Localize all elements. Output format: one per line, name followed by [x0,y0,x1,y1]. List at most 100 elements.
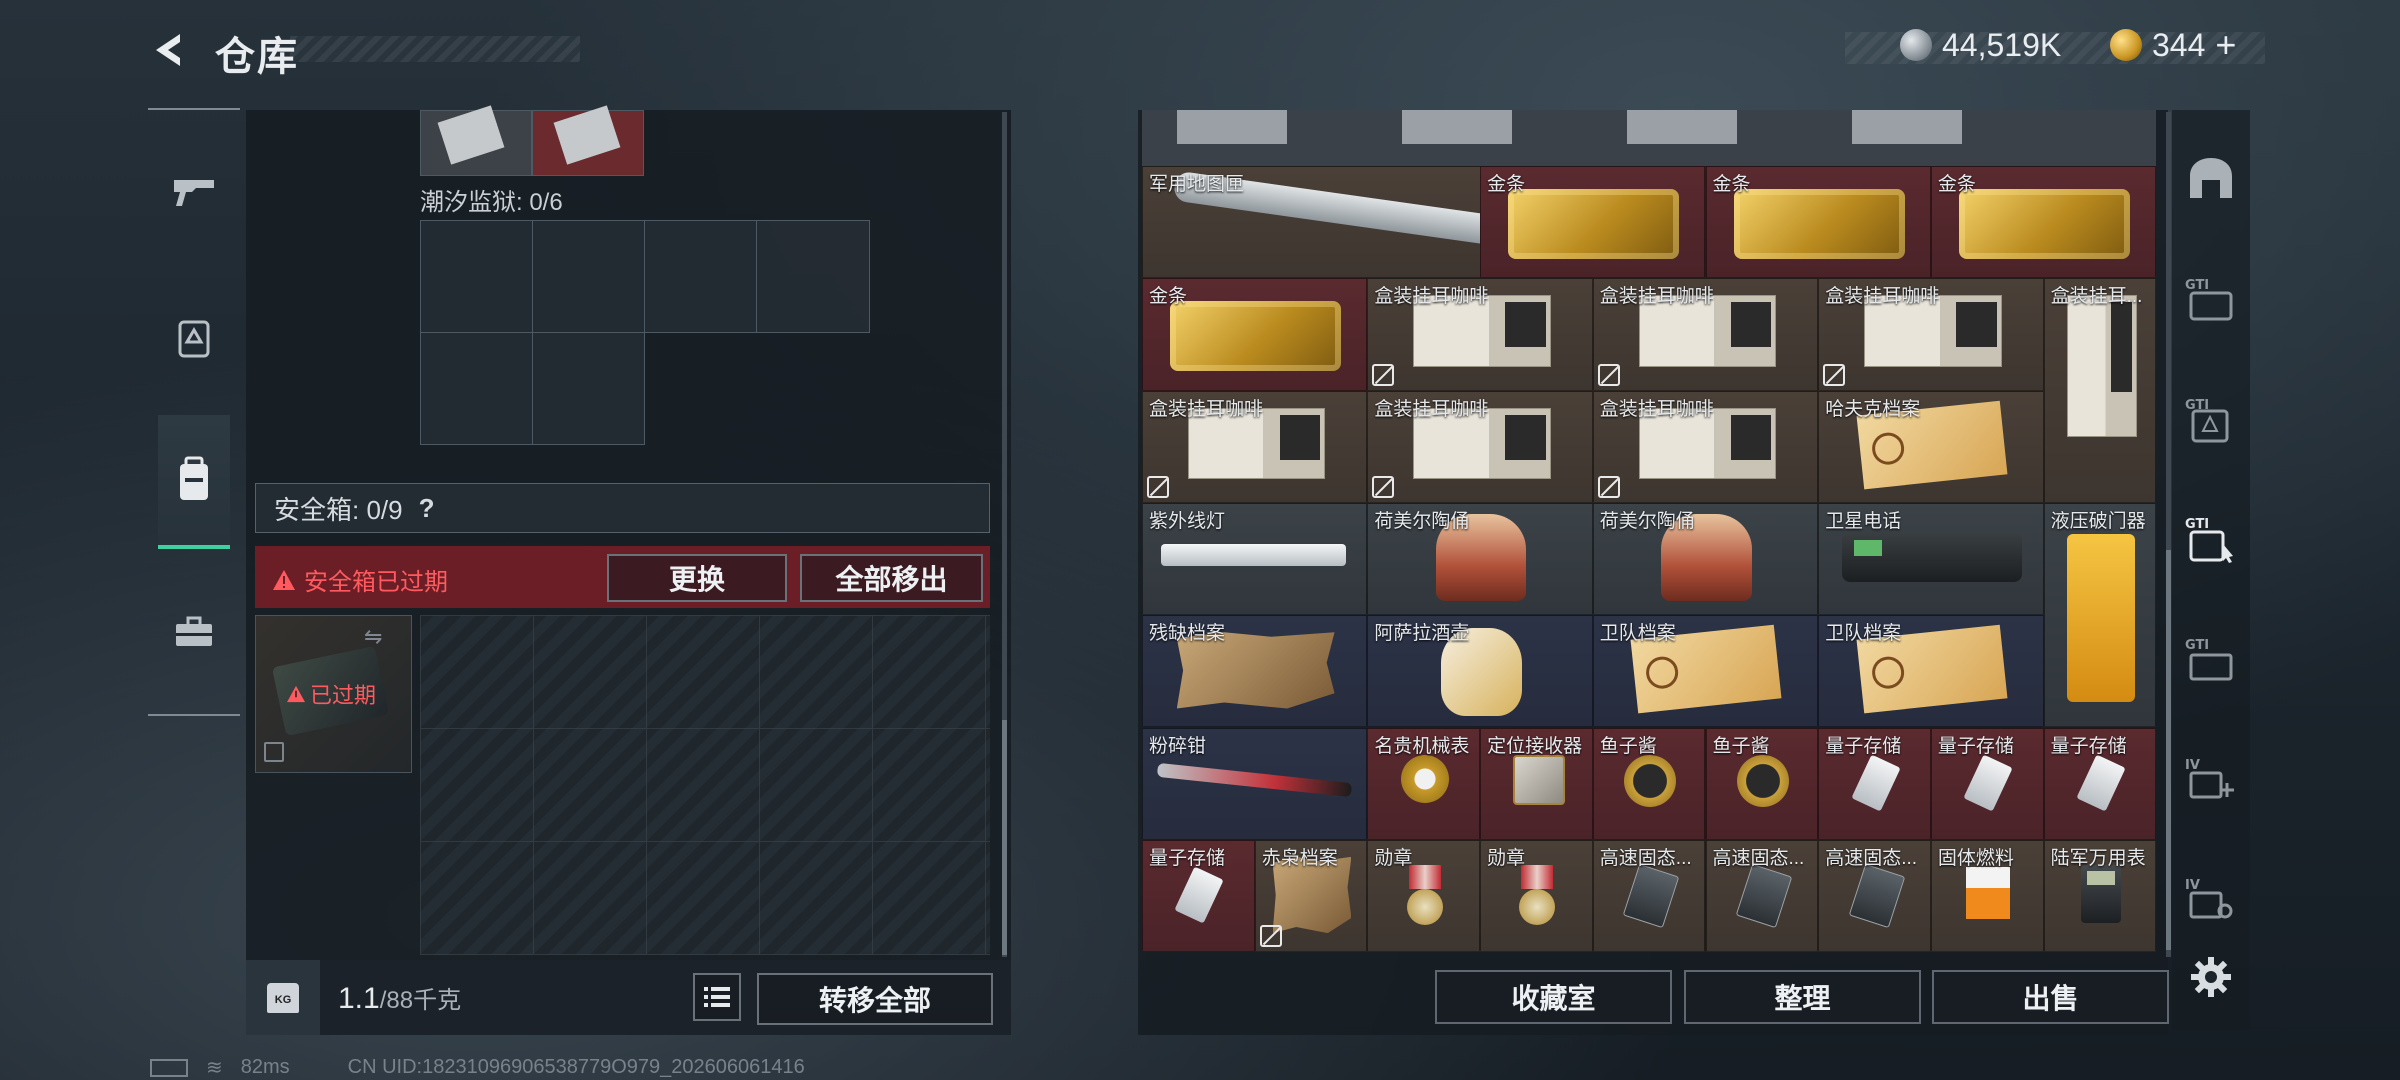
stash-item[interactable]: 固体燃料 [1930,839,2044,952]
no-sell-icon [1597,475,1620,498]
stash-item[interactable]: 残缺档案 [1142,615,1368,728]
replace-button[interactable]: 更换 [607,554,787,602]
stash-item[interactable]: 盒装挂耳咖啡 [1592,390,1819,503]
gold-coin-icon [2110,29,2142,61]
container-slot[interactable] [420,220,533,333]
stash-item[interactable]: 卫星电话 [1818,502,2044,616]
item-name: 哈夫克档案 [1825,398,1921,420]
help-icon[interactable]: ? [419,493,435,524]
stash-item[interactable]: 量子存储 [1142,839,1255,952]
expired-badge-text: 已过期 [310,683,377,708]
sort-button[interactable]: 整理 [1684,970,1921,1024]
svg-text:GTI: GTI [2185,278,2209,293]
list-icon [704,987,730,1007]
container-slot[interactable] [644,220,757,333]
settings-button[interactable] [2180,946,2242,1008]
safe-box-header: 安全箱: 0/9 ? [255,483,990,533]
item-name: 金条 [1487,174,1526,195]
stash-item[interactable]: 阿萨拉酒壶 [1367,615,1593,728]
item-name: 盒装挂耳咖啡 [1374,286,1489,308]
stash-item[interactable]: 勋章 [1480,839,1593,952]
stash-item[interactable]: 盒装挂耳咖啡 [1142,390,1368,503]
item-name: 赤枭档案 [1261,847,1338,869]
stash-item[interactable]: 鱼子酱 [1705,727,1819,840]
stash-top-row [1142,110,2156,166]
gun-icon [174,180,214,206]
stash-item[interactable]: 荷美尔陶俑 [1592,502,1819,616]
gti-tab-3[interactable]: GTI [2180,508,2242,570]
stash-item[interactable]: 盒装挂耳咖啡 [1818,278,2044,391]
gold-currency[interactable]: 344 + [2110,24,2236,66]
swap-icon[interactable]: ⇋ [364,624,382,650]
stash-item[interactable]: 勋章 [1367,839,1481,952]
stash-item[interactable]: 定位接收器 [1480,727,1593,840]
no-sell-icon [1259,925,1282,948]
sell-button[interactable]: 出售 [1932,970,2169,1024]
stash-item[interactable]: 哈夫克档案 [1818,390,2044,503]
stash-item[interactable]: 量子存储 [1818,727,1931,840]
item-name: 荷美尔陶俑 [1374,510,1470,532]
stowed-item[interactable] [420,105,532,176]
stash-item[interactable]: 粉碎钳 [1142,727,1368,840]
stowed-item[interactable] [532,105,644,176]
stash-item[interactable]: 液压破门器 [2043,502,2156,728]
silver-currency: 44,519K [1900,26,2061,64]
nav-backpack[interactable] [158,415,230,549]
page-title: 仓库 [215,35,299,79]
safe-case-slot[interactable]: ⇋ 已过期 [255,615,412,773]
container-slot[interactable] [420,332,533,445]
gti-tab-2[interactable]: GTI [2180,388,2242,450]
iv-tab-2[interactable]: IV [2180,868,2242,930]
stash-item[interactable]: 陆军万用表 [2043,839,2156,952]
remove-all-button[interactable]: 全部移出 [800,554,983,602]
stash-item[interactable]: 金条 [1930,166,2156,279]
right-scrollbar[interactable] [2166,550,2171,950]
wifi-icon: ≋ [206,1057,223,1079]
nav-weapon[interactable] [158,145,230,237]
stash-item[interactable]: 高速固态... [1818,839,1931,952]
nav-case[interactable] [158,586,230,678]
add-gold-icon[interactable]: + [2215,24,2236,66]
left-scrollbar[interactable] [1002,720,1007,955]
stash-item[interactable]: 卫队档案 [1592,615,1819,728]
container-slot[interactable] [756,220,870,333]
gti-tab-4[interactable]: GTI [2180,628,2242,690]
stash-item[interactable]: 紫外线灯 [1142,502,1368,616]
item-name: 勋章 [1487,847,1526,869]
transfer-all-button[interactable]: 转移全部 [757,973,993,1025]
item-name: 盒装挂耳咖啡 [1599,286,1714,308]
item-name: 定位接收器 [1487,735,1583,757]
stash-item[interactable]: 赤枭档案 [1254,839,1368,952]
back-arrow-icon[interactable] [150,30,190,70]
stash-item[interactable]: 金条 [1480,166,1706,279]
gold-amount: 344 [2152,26,2206,63]
container-slot[interactable] [532,220,645,333]
stash-item[interactable]: 盒装挂耳咖啡 [1367,390,1593,503]
iv-tab-1[interactable]: IV [2180,748,2242,810]
weight-icon: KG [246,960,320,1035]
silver-coin-icon [1900,29,1932,61]
stash-item[interactable]: 盒装挂耳... [2043,278,2156,503]
stash-item[interactable]: 盒装挂耳咖啡 [1592,278,1819,391]
stash-item[interactable]: 鱼子酱 [1592,727,1706,840]
nav-armor[interactable] [158,292,230,384]
gti-armor-icon: GTI [2185,398,2229,443]
expired-notice: 安全箱已过期 [272,562,448,597]
stash-item[interactable]: 名贵机械表 [1367,727,1481,840]
stash-item[interactable]: 盒装挂耳咖啡 [1367,278,1593,391]
stash-item[interactable]: 高速固态... [1705,839,1819,952]
uid: CN UID:18231096906538779O979_20260606141… [347,1056,805,1078]
container-slot[interactable] [532,332,645,445]
collection-room-button[interactable]: 收藏室 [1435,970,1672,1024]
stash-item[interactable]: 量子存储 [2043,727,2156,840]
list-view-button[interactable] [693,973,741,1021]
safe-box-grid[interactable] [420,615,990,955]
stash-item[interactable]: 金条 [1705,166,1931,279]
stash-item[interactable]: 金条 [1142,278,1368,391]
stash-item[interactable]: 卫队档案 [1818,615,2044,728]
stash-item[interactable]: 高速固态... [1592,839,1706,952]
stash-item[interactable]: 荷美尔陶俑 [1367,502,1593,616]
helmet-tab[interactable] [2180,148,2242,210]
stash-item[interactable]: 量子存储 [1930,727,2044,840]
gti-tab-1[interactable]: GTI [2180,268,2242,330]
